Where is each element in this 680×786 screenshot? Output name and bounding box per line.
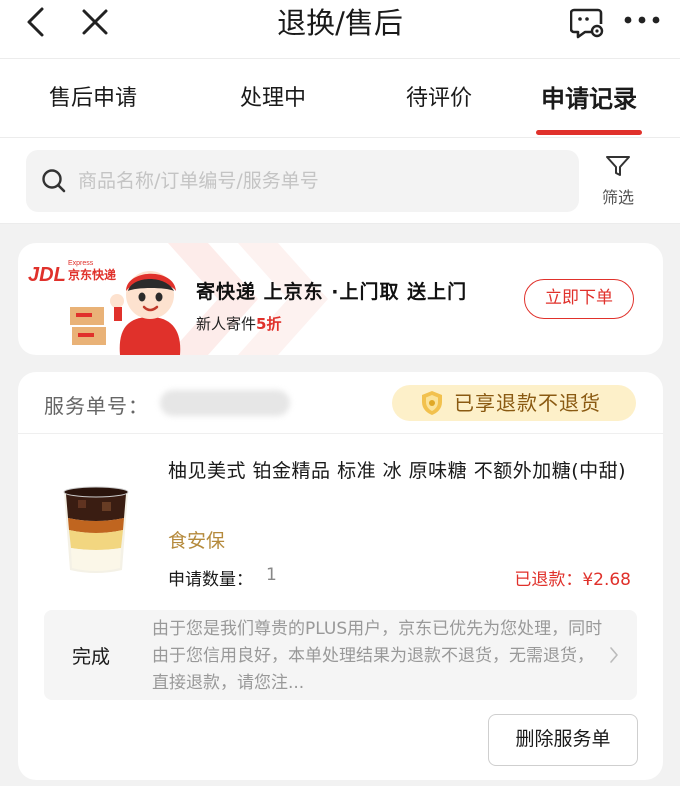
service-number-label: 服务单号： (44, 394, 149, 418)
refunded-amount: 已退款：¥2.68 (514, 570, 631, 590)
service-order-card: 服务单号： 已享退款不退货 柚见美式 铂金精品 标准 冰 原味糖 不额外加糖(中… (18, 372, 663, 780)
search-row: 筛选 (0, 138, 680, 224)
top-bar: 退换/售后 (0, 0, 680, 58)
result-description: 由于您是我们尊贵的PLUS用户，京东已优先为您处理，同时由于您信用良好，本单处理… (152, 619, 603, 693)
chevron-right-icon (610, 647, 618, 663)
promo-title: 寄快递 上京东 ·上门取 送上门 (196, 281, 468, 303)
tab-apply-records[interactable]: 申请记录 (524, 59, 654, 139)
promo-subtitle: 新人寄件5折 (196, 313, 281, 334)
refund-no-return-badge: 已享退款不退货 (392, 385, 636, 421)
service-card-header: 服务单号： 已享退款不退货 (18, 372, 663, 434)
tab-pending-review[interactable]: 待评价 (374, 59, 504, 139)
service-number-redacted (160, 390, 290, 416)
search-input[interactable] (78, 150, 558, 212)
order-now-button[interactable]: 立即下单 (524, 279, 634, 319)
more-dots-icon[interactable] (622, 8, 662, 32)
refund-badge-text: 已享退款不退货 (454, 391, 601, 415)
apply-quantity-value: 1 (266, 565, 277, 585)
tab-bar: 售后申请 处理中 待评价 申请记录 (0, 58, 680, 138)
result-status: 完成 (72, 646, 111, 668)
apply-quantity-label: 申请数量： (168, 570, 253, 590)
promo-subtitle-prefix: 新人寄件 (196, 315, 257, 333)
iced-americano-product-image[interactable] (58, 480, 134, 574)
filter-label: 筛选 (601, 188, 634, 207)
courier-mascot-illustration (70, 271, 181, 355)
process-result-box[interactable]: 完成 由于您是我们尊贵的PLUS用户，京东已优先为您处理，同时由于您信用良好，本… (44, 610, 637, 700)
product-name[interactable]: 柚见美式 铂金精品 标准 冰 原味糖 不额外加糖(中甜) (168, 456, 638, 486)
logo-jdl-text: JDL (28, 264, 66, 283)
filter-button[interactable]: 筛选 (592, 154, 644, 210)
delete-service-order-button[interactable]: 删除服务单 (488, 714, 638, 766)
shield-icon (422, 391, 442, 415)
promo-discount: 5折 (256, 315, 282, 333)
active-tab-indicator (536, 130, 642, 135)
food-safety-tag: 食安保 (168, 530, 226, 552)
tab-after-sale-apply[interactable]: 售后申请 (28, 59, 158, 139)
search-box[interactable] (26, 150, 579, 212)
filter-icon (606, 156, 630, 176)
tab-processing[interactable]: 处理中 (208, 59, 338, 139)
search-icon (42, 169, 66, 193)
express-promo-banner[interactable]: JDL Express 京东快递 寄快递 上京东 ·上门取 送上门 新人寄件5折… (18, 243, 663, 355)
customer-service-settings-icon[interactable] (570, 4, 606, 40)
